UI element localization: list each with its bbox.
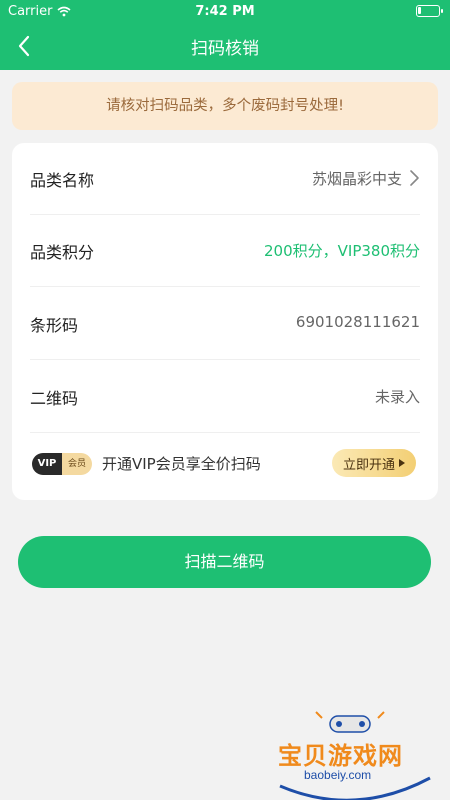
- battery-icon: [416, 5, 443, 17]
- vip-badge: VIP 会员: [32, 453, 92, 475]
- status-time: 7:42 PM: [195, 4, 255, 19]
- watermark-url: baobeiy.com: [304, 768, 372, 782]
- chevron-right-icon: [410, 170, 419, 186]
- category-name-row[interactable]: 品类名称 苏烟晶彩中支: [30, 143, 420, 215]
- watermark-text: 宝贝游戏网: [278, 742, 403, 770]
- watermark-logo: 宝贝游戏网 baobeiy.com: [270, 708, 440, 800]
- category-points-row: 品类积分 200积分，VIP380积分: [30, 215, 420, 287]
- play-arrow-icon: [399, 459, 405, 467]
- qrcode-label: 二维码: [30, 389, 79, 408]
- barcode-value: 6901028111621: [295, 313, 420, 331]
- status-bar: Carrier 7:42 PM: [0, 0, 450, 22]
- qrcode-value: 未录入: [374, 388, 420, 406]
- category-points-value: 200积分，VIP380积分: [264, 242, 420, 260]
- barcode-label: 条形码: [30, 316, 79, 335]
- category-name-label: 品类名称: [30, 171, 95, 190]
- category-points-label: 品类积分: [30, 243, 95, 262]
- details-card: 品类名称 苏烟晶彩中支 品类积分 200积分，VIP380积分 条形码 6901…: [12, 143, 438, 500]
- vip-promo-text: 开通VIP会员享全价扫码: [102, 455, 261, 473]
- member-badge-text: 会员: [62, 453, 92, 475]
- notice-banner: 请核对扫码品类，多个废码封号处理!: [12, 82, 438, 130]
- scan-qrcode-button[interactable]: 扫描二维码: [18, 536, 431, 588]
- barcode-row: 条形码 6901028111621: [30, 288, 420, 360]
- open-vip-button[interactable]: 立即开通: [332, 449, 416, 477]
- qrcode-row: 二维码 未录入: [30, 361, 420, 433]
- open-vip-label: 立即开通: [342, 457, 395, 473]
- vip-badge-text: VIP: [32, 453, 62, 475]
- navigation-bar: 扫码核销: [0, 22, 450, 70]
- category-name-value: 苏烟晶彩中支: [311, 170, 402, 188]
- page-title: 扫码核销: [191, 39, 259, 59]
- vip-promo-row: VIP 会员 开通VIP会员享全价扫码 立即开通: [30, 433, 420, 493]
